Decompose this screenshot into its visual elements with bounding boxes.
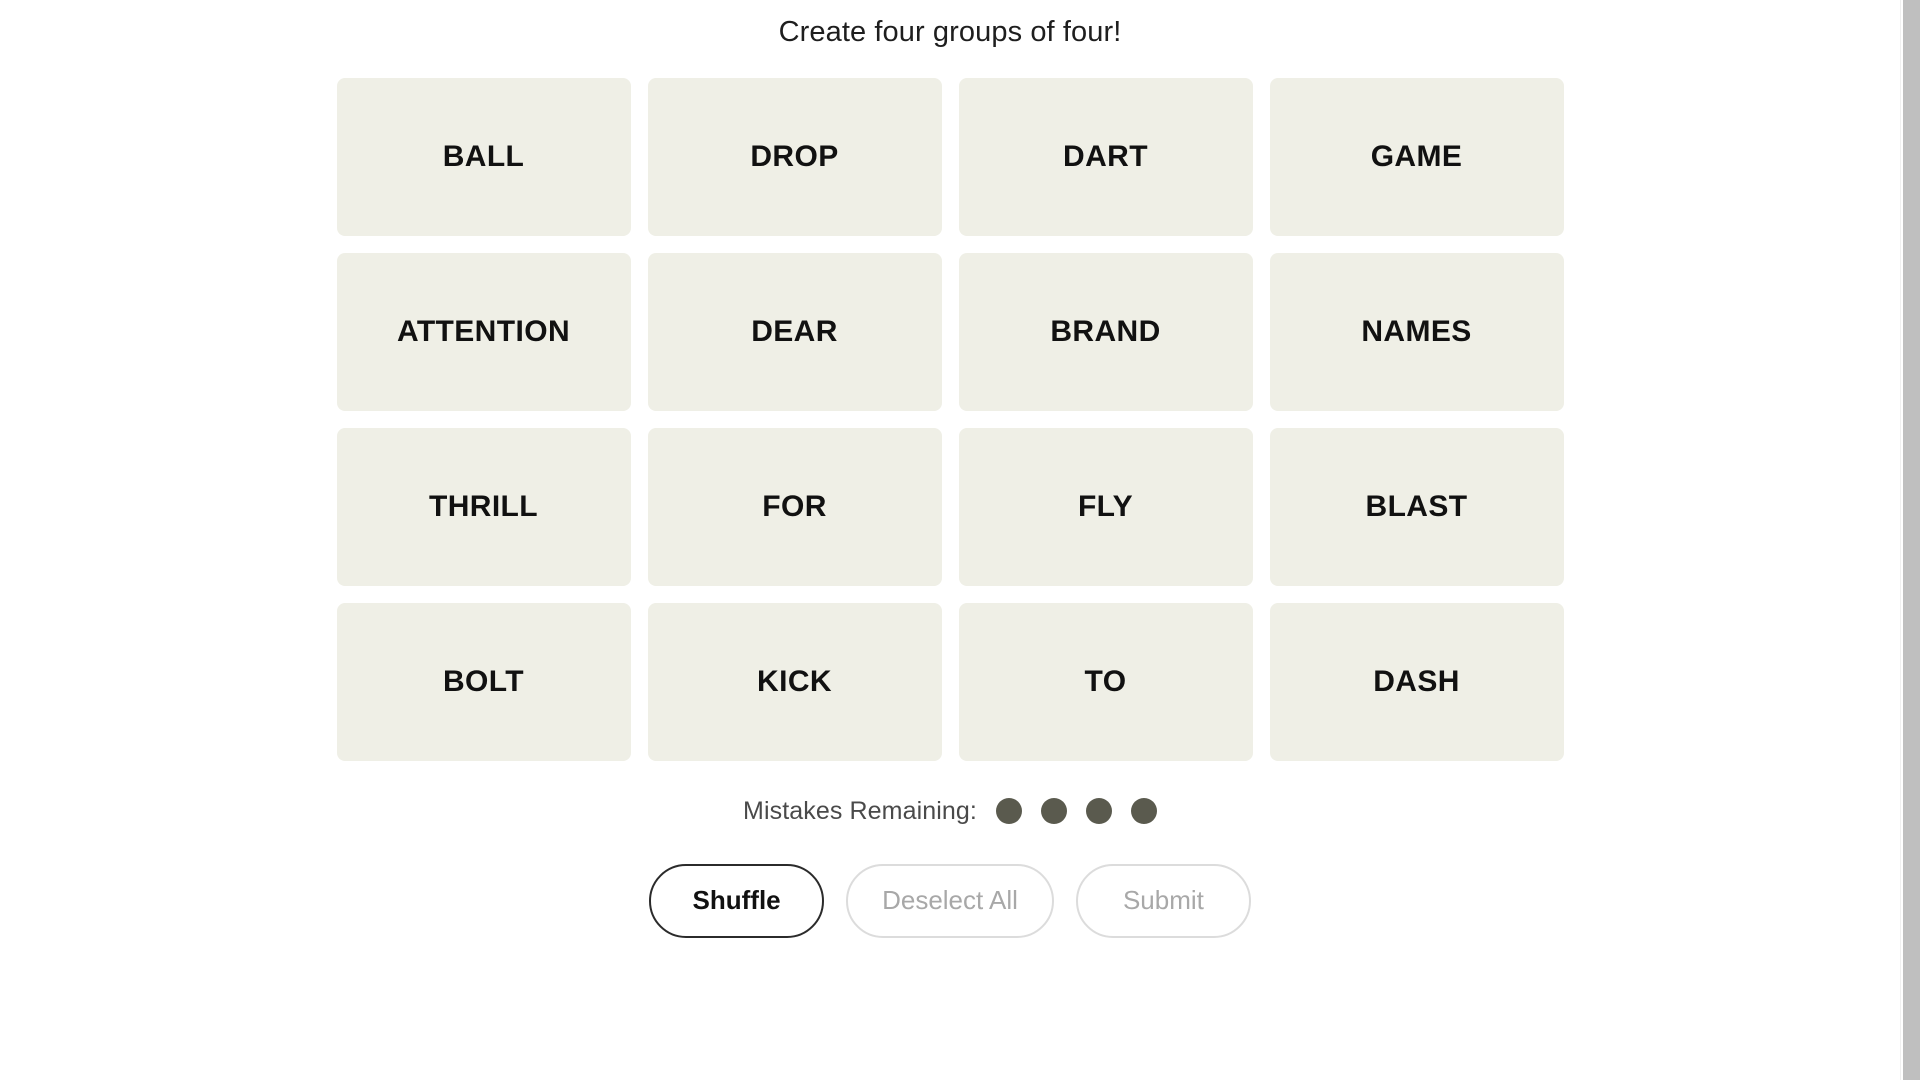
word-tile-for[interactable]: FOR — [647, 427, 942, 586]
mistakes-remaining: Mistakes Remaining: — [743, 797, 1157, 826]
word-tile-dash[interactable]: DASH — [1269, 602, 1564, 761]
mistake-dot — [1085, 798, 1112, 825]
vertical-scrollbar[interactable] — [1900, 0, 1920, 1080]
word-tile-to[interactable]: TO — [958, 602, 1253, 761]
word-tile-ball[interactable]: BALL — [336, 77, 631, 236]
word-tile-bolt[interactable]: BOLT — [336, 602, 631, 761]
word-tile-kick[interactable]: KICK — [647, 602, 942, 761]
page-title: Create four groups of four! — [778, 16, 1122, 48]
word-tile-thrill[interactable]: THRILL — [336, 427, 631, 586]
word-tile-names[interactable]: NAMES — [1269, 252, 1564, 411]
word-tile-attention[interactable]: ATTENTION — [336, 252, 631, 411]
shuffle-button[interactable]: Shuffle — [649, 863, 825, 938]
scrollbar-thumb[interactable] — [1903, 0, 1920, 1080]
submit-button[interactable]: Submit — [1075, 863, 1251, 938]
word-tile-blast[interactable]: BLAST — [1269, 427, 1564, 586]
word-grid: BALL DROP DART GAME ATTENTION DEAR BRAND… — [336, 77, 1564, 761]
deselect-all-button[interactable]: Deselect All — [846, 863, 1054, 938]
action-buttons: Shuffle Deselect All Submit — [649, 863, 1251, 938]
word-tile-drop[interactable]: DROP — [647, 77, 942, 236]
mistakes-dots — [995, 798, 1157, 825]
mistakes-label: Mistakes Remaining: — [743, 796, 977, 825]
word-tile-fly[interactable]: FLY — [958, 427, 1253, 586]
word-tile-dart[interactable]: DART — [958, 77, 1253, 236]
word-tile-game[interactable]: GAME — [1269, 77, 1564, 236]
mistake-dot — [1040, 798, 1067, 825]
mistake-dot — [1130, 798, 1157, 825]
word-tile-brand[interactable]: BRAND — [958, 252, 1253, 411]
game-page: Create four groups of four! BALL DROP DA… — [0, 0, 1900, 1080]
word-tile-dear[interactable]: DEAR — [647, 252, 942, 411]
mistake-dot — [995, 798, 1022, 825]
